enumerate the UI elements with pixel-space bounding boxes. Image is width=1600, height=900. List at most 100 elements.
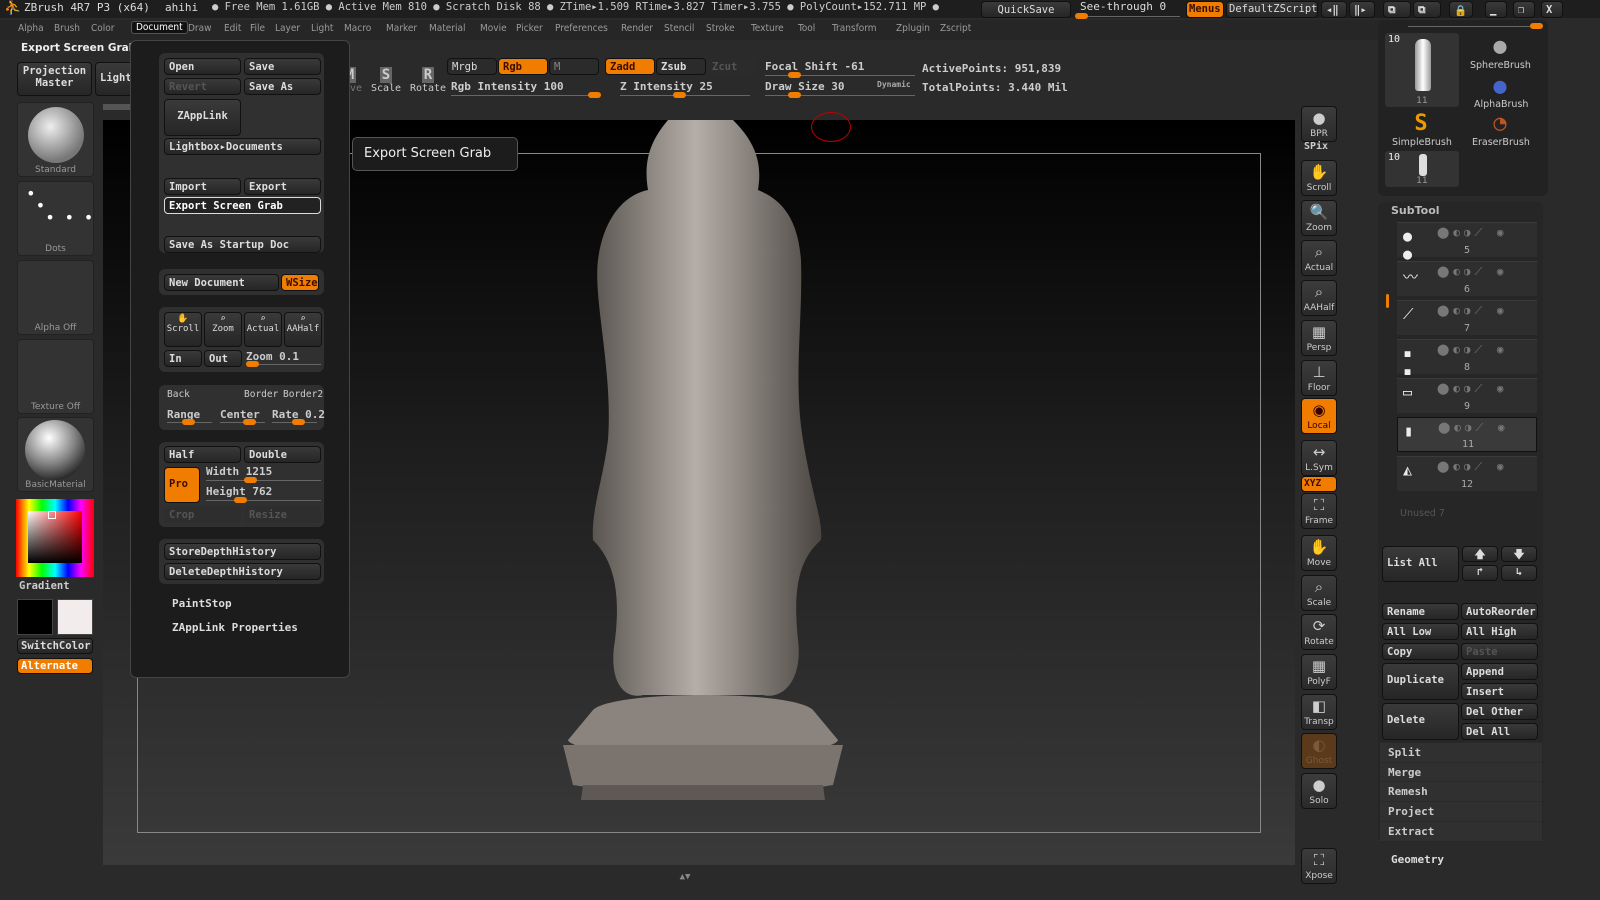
all-low-button[interactable]: All Low (1382, 623, 1459, 640)
back-color[interactable]: Back (167, 389, 190, 400)
geometry-section[interactable]: Geometry (1391, 853, 1444, 866)
store-depth-history-button[interactable]: StoreDepthHistory (164, 543, 321, 560)
actual-button[interactable]: ⌕ Actual (244, 312, 282, 347)
default-zscript-button[interactable]: DefaultZScript (1226, 1, 1318, 18)
height-slider[interactable] (206, 497, 321, 503)
double-button[interactable]: Double (244, 446, 321, 463)
aahalf-button[interactable]: ⌕ AAHalf (284, 312, 322, 347)
rotate-button[interactable]: ⟳ Rotate (1301, 614, 1337, 650)
subtool-toggles-icon[interactable]: ⬤◐◑⟋ ◉ (1437, 382, 1508, 396)
import-button[interactable]: Import (164, 178, 241, 195)
sphere-brush-icon[interactable]: ● (1470, 32, 1530, 60)
menu-edit[interactable]: Edit (224, 23, 241, 34)
menu-color[interactable]: Color (91, 23, 115, 34)
persp-button[interactable]: ▦ Persp (1301, 320, 1337, 356)
switchcolor-button[interactable]: SwitchColor (17, 638, 93, 654)
zcut-button[interactable]: Zcut (707, 58, 757, 75)
transp-button[interactable]: ◧ Transp (1301, 694, 1337, 730)
solo-button[interactable]: ● Solo (1301, 773, 1337, 809)
subtool-row[interactable]: 〰 ⬤◐◑⟋ ◉ 6 (1397, 261, 1537, 296)
menu-light[interactable]: Light (311, 23, 333, 34)
local-button[interactable]: ◉ Local (1301, 398, 1337, 434)
arrow-right-up-icon[interactable]: ↱ (1462, 565, 1498, 581)
menu-material[interactable]: Material (429, 23, 466, 34)
subtool-toggles-icon[interactable]: ⬤◐◑⟋ ◉ (1437, 343, 1508, 357)
border2-color[interactable]: Border2 (283, 389, 323, 400)
canvas-bottom-handle[interactable]: ▲▼ (635, 872, 735, 882)
remesh-button[interactable]: Remesh (1380, 781, 1542, 802)
m-button[interactable]: M (549, 58, 599, 75)
subtool-row[interactable]: ◭ ⬤◐◑⟋ ◉ 12 (1397, 456, 1537, 491)
spix-label[interactable]: SPix (1304, 141, 1328, 152)
menu-transform[interactable]: Transform (832, 23, 877, 34)
xyz-button[interactable]: XYZ (1301, 476, 1337, 492)
restore-icon[interactable]: ❐ (1513, 1, 1535, 18)
resize-button[interactable]: Resize (244, 506, 321, 523)
zoom-button[interactable]: ⌕ Zoom (204, 312, 242, 347)
zadd-button[interactable]: Zadd (605, 58, 655, 75)
duplicate-button[interactable]: Duplicate (1382, 663, 1459, 700)
see-through-slider[interactable] (1075, 13, 1180, 19)
minimize-icon[interactable]: ▁ (1485, 1, 1507, 18)
menu-document[interactable]: Document (131, 21, 188, 34)
rgb-intensity-slider[interactable] (451, 92, 601, 98)
subtool-toggles-icon[interactable]: ⬤◐◑⟋ ◉ (1437, 304, 1508, 318)
save-button[interactable]: Save (244, 58, 321, 75)
subtool-row[interactable]: ⟋ ⬤◐◑⟋ ◉ 7 (1397, 300, 1537, 335)
alpha-brush-icon[interactable]: ● (1470, 72, 1530, 100)
secondary-color-swatch[interactable] (57, 599, 93, 635)
scale-button[interactable]: ⌕ Scale (1301, 575, 1337, 611)
layout-prev-icon[interactable]: ⧉ (1383, 1, 1411, 18)
simplebrush-label[interactable]: SimpleBrush (1392, 137, 1452, 148)
autoreorder-button[interactable]: AutoReorder (1461, 603, 1538, 620)
zoom-in-button[interactable]: In (164, 350, 202, 367)
menu-macro[interactable]: Macro (344, 23, 371, 34)
delete-button[interactable]: Delete (1382, 703, 1459, 740)
crop-button[interactable]: Crop (164, 506, 241, 523)
insert-button[interactable]: Insert (1461, 683, 1538, 700)
rate-slider[interactable] (272, 419, 317, 425)
bpr-button[interactable]: ● BPR (1301, 106, 1337, 142)
scroll-button[interactable]: ✋ Scroll (1301, 160, 1337, 196)
rename-button[interactable]: Rename (1382, 603, 1459, 620)
scroll-button[interactable]: ✋ Scroll (164, 312, 202, 347)
frame-button[interactable]: ⛶ Frame (1301, 493, 1337, 529)
simple-brush-icon[interactable]: S (1393, 110, 1449, 136)
subtool-scrollbar[interactable] (1386, 294, 1389, 308)
pro-button[interactable]: Pro (164, 467, 200, 503)
stroke-selector[interactable]: • • • • • Dots (17, 181, 94, 256)
texture-selector[interactable]: Texture Off (17, 339, 94, 414)
menu-brush[interactable]: Brush (54, 23, 80, 34)
menu-marker[interactable]: Marker (386, 23, 417, 34)
draw-size-slider[interactable] (765, 92, 915, 98)
move-up-icon[interactable]: 🡅 (1462, 546, 1498, 562)
menu-alpha[interactable]: Alpha (18, 23, 44, 34)
projection-master-button[interactable]: Projection Master (17, 62, 92, 96)
export-screen-grab-button[interactable]: Export Screen Grab (164, 197, 321, 214)
z-intensity-slider[interactable] (620, 92, 750, 98)
menu-zplugin[interactable]: Zplugin (896, 23, 930, 34)
focal-shift-slider[interactable] (765, 72, 915, 78)
alphabrush-label[interactable]: AlphaBrush (1474, 99, 1528, 110)
menu-file[interactable]: File (250, 23, 265, 34)
floor-button[interactable]: ⊥ Floor (1301, 360, 1337, 396)
subtool-row[interactable]: ▮ ⬤◐◑⟋ ◉ 11 (1397, 417, 1537, 452)
menu-draw[interactable]: Draw (188, 23, 212, 34)
lock-icon[interactable]: 🔒 (1449, 1, 1473, 18)
main-color-swatch[interactable] (17, 599, 53, 635)
layout-next-icon[interactable]: ⧉ (1413, 1, 1441, 18)
alternate-button[interactable]: Alternate (17, 658, 93, 674)
subtool-row[interactable]: ● ● ⬤◐◑⟋ ◉ 5 (1397, 222, 1537, 263)
tool-thumb-2[interactable]: 10 11 (1384, 150, 1460, 188)
menu-movie[interactable]: Movie (480, 23, 507, 34)
brush-selector[interactable]: Standard (17, 102, 94, 177)
material-selector[interactable]: BasicMaterial (17, 417, 94, 492)
merge-button[interactable]: Merge (1380, 761, 1542, 782)
menus-button[interactable]: Menus (1186, 1, 1224, 18)
menu-picker[interactable]: Picker (516, 23, 543, 34)
subtool-row[interactable]: ▪ ▪ ⬤◐◑⟋ ◉ 8 (1397, 339, 1537, 380)
move-button[interactable]: ✋ Move (1301, 535, 1337, 571)
scale-button[interactable]: S Scale (371, 61, 401, 99)
lsym-button[interactable]: ↔ L.Sym (1301, 440, 1337, 476)
subtool-toggles-icon[interactable]: ⬤◐◑⟋ ◉ (1437, 265, 1508, 279)
